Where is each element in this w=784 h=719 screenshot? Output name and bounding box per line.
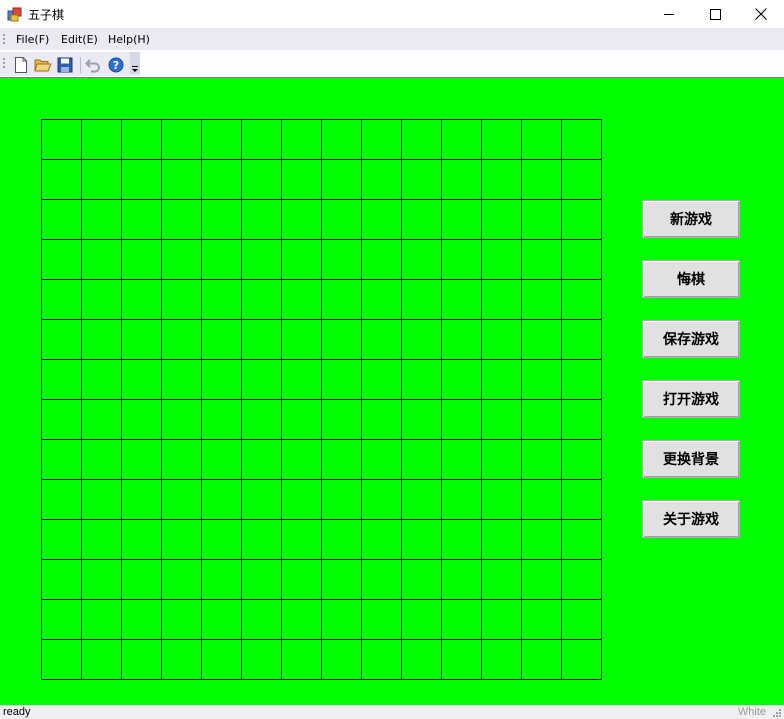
about-game-button[interactable]: 关于游戏: [642, 500, 740, 538]
maximize-icon: [709, 8, 721, 20]
close-icon: [755, 8, 767, 20]
new-button[interactable]: [12, 56, 30, 74]
open-game-button[interactable]: 打开游戏: [642, 380, 740, 418]
window-title: 五子棋: [28, 8, 65, 22]
open-folder-icon: [34, 59, 52, 72]
menu-bar: File(F) Edit(E) Help(H): [0, 28, 784, 50]
toolbar-overflow-button[interactable]: [130, 52, 140, 74]
title-bar: 五子棋: [0, 0, 784, 28]
resize-grip-icon[interactable]: [772, 708, 782, 718]
chevron-down-icon: [132, 66, 138, 72]
toolbar-separator: [80, 57, 81, 73]
undo-button[interactable]: [84, 56, 102, 74]
menu-help[interactable]: Help(H): [108, 33, 150, 46]
undo-icon: [85, 59, 100, 73]
help-button[interactable]: ?: [107, 56, 125, 74]
close-button[interactable]: [738, 0, 784, 28]
toolbar-grip[interactable]: [3, 58, 5, 70]
new-file-icon: [15, 57, 27, 73]
maximize-button[interactable]: [692, 0, 738, 28]
status-text: ready: [3, 706, 31, 718]
save-game-button[interactable]: 保存游戏: [642, 320, 740, 358]
app-icon: [7, 6, 23, 22]
svg-text:?: ?: [113, 59, 119, 72]
toolbar: ?: [0, 50, 784, 77]
new-game-button[interactable]: 新游戏: [642, 200, 740, 238]
open-button[interactable]: [34, 56, 52, 74]
toolstrip: ?: [0, 52, 140, 76]
status-bar: ready White: [0, 705, 784, 719]
menu-file[interactable]: File(F): [16, 33, 49, 46]
change-background-button[interactable]: 更换背景: [642, 440, 740, 478]
gomoku-board[interactable]: [41, 119, 602, 680]
undo-move-button[interactable]: 悔棋: [642, 260, 740, 298]
game-area: 新游戏 悔棋 保存游戏 打开游戏 更换背景 关于游戏: [0, 77, 784, 705]
save-button[interactable]: [56, 56, 74, 74]
minimize-button[interactable]: [646, 0, 692, 28]
save-icon: [57, 57, 73, 73]
menu-grip[interactable]: [3, 34, 5, 46]
minimize-icon: [664, 14, 674, 15]
menu-edit[interactable]: Edit(E): [61, 33, 98, 46]
current-player-status: White: [737, 706, 766, 718]
help-icon: ?: [108, 57, 124, 73]
